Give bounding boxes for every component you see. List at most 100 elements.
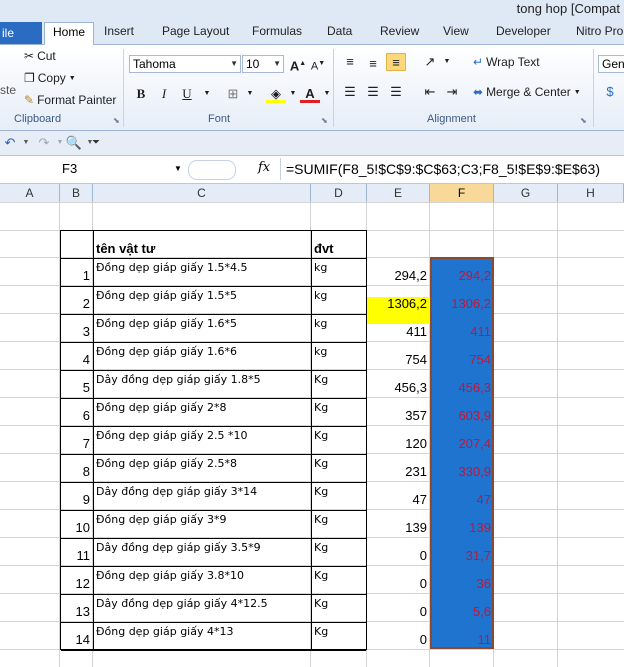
tab-formulas[interactable]: Formulas bbox=[252, 24, 302, 38]
value-e: 0 bbox=[419, 604, 427, 619]
item-unit: Kg bbox=[314, 513, 329, 526]
borders-dropdown-icon[interactable]: ▼ bbox=[240, 85, 260, 103]
tab-file[interactable]: ile bbox=[0, 22, 42, 44]
font-size-combo[interactable]: 10 ▼ bbox=[242, 55, 284, 73]
cut-button[interactable]: ✂ Cut bbox=[24, 49, 56, 63]
ribbon: ste ✂ Cut ❐ Copy ▼ ✎ Format Painter Clip… bbox=[0, 45, 624, 131]
tab-data[interactable]: Data bbox=[327, 24, 352, 38]
alignment-launcher-icon[interactable]: ⬊ bbox=[580, 116, 587, 125]
number-format-value: Gene bbox=[602, 57, 624, 71]
value-f: 603,9 bbox=[458, 408, 491, 423]
item-name: Đồng dẹp giáp giấy 2*8 bbox=[96, 401, 227, 414]
format-painter-button[interactable]: ✎ Format Painter bbox=[24, 93, 116, 107]
font-name-combo[interactable]: Tahoma ▼ bbox=[129, 55, 241, 73]
row-number: 12 bbox=[75, 576, 90, 591]
ribbon-separator bbox=[333, 49, 334, 127]
wrap-text-icon: ↵ bbox=[473, 55, 484, 69]
tab-page-layout[interactable]: Page Layout bbox=[162, 24, 229, 38]
column-header-c[interactable]: C bbox=[93, 184, 311, 202]
tab-view[interactable]: View bbox=[443, 24, 469, 38]
chevron-down-icon[interactable]: ▼ bbox=[174, 159, 182, 179]
value-f: 754 bbox=[469, 352, 491, 367]
value-e: 754 bbox=[405, 352, 427, 367]
column-header-f[interactable]: F bbox=[430, 184, 494, 202]
clipboard-launcher-icon[interactable]: ⬊ bbox=[113, 116, 120, 125]
tab-home[interactable]: Home bbox=[44, 22, 95, 46]
align-bottom-icon[interactable]: ≡ bbox=[386, 53, 406, 71]
item-name: Đồng dẹp giáp giấy 1.5*5 bbox=[96, 289, 237, 302]
column-headers: A B C D E F G H bbox=[0, 184, 624, 203]
column-header-b[interactable]: B bbox=[60, 184, 93, 202]
underline-button[interactable]: U bbox=[177, 85, 197, 103]
underline-dropdown-icon[interactable]: ▼ bbox=[197, 85, 217, 103]
row-number: 3 bbox=[82, 324, 90, 339]
column-header-g[interactable]: G bbox=[494, 184, 558, 202]
merge-center-button[interactable]: ⬌ Merge & Center ▼ bbox=[473, 85, 581, 99]
grow-font-icon[interactable]: A▲ bbox=[288, 55, 308, 73]
formula-input[interactable]: =SUMIF(F8_5!$C$9:$C$63;C3;F8_5!$E$9:$E$6… bbox=[286, 161, 600, 177]
item-name: Dây đồng dẹp giáp giấy 1.8*5 bbox=[96, 373, 261, 386]
merge-center-icon: ⬌ bbox=[473, 85, 484, 99]
scissors-icon: ✂ bbox=[24, 49, 35, 63]
bold-button[interactable]: B bbox=[131, 85, 151, 103]
copy-icon: ❐ bbox=[24, 71, 35, 85]
column-header-a[interactable]: A bbox=[0, 184, 60, 202]
value-e: 0 bbox=[419, 548, 427, 563]
insert-function-icon[interactable]: fx bbox=[258, 160, 270, 175]
align-top-icon[interactable]: ≡ bbox=[340, 53, 360, 71]
item-unit: Kg bbox=[314, 569, 329, 582]
orientation-dropdown-icon[interactable]: ▼ bbox=[437, 53, 457, 71]
tab-nitro-pro[interactable]: Nitro Pro bbox=[576, 24, 623, 38]
value-f: 1306,2 bbox=[451, 296, 491, 311]
font-size-value: 10 bbox=[246, 57, 260, 71]
align-right-icon[interactable]: ☰ bbox=[386, 83, 406, 101]
paste-button[interactable]: ste bbox=[0, 83, 16, 97]
column-header-e[interactable]: E bbox=[367, 184, 430, 202]
column-header-d[interactable]: D bbox=[311, 184, 367, 202]
name-box[interactable]: F3 ▼ bbox=[0, 159, 185, 179]
tab-insert[interactable]: Insert bbox=[104, 24, 134, 38]
name-box-value: F3 bbox=[62, 161, 78, 176]
chevron-down-icon: ▼ bbox=[230, 59, 238, 68]
value-e: 0 bbox=[419, 576, 427, 591]
row-number: 11 bbox=[76, 548, 91, 563]
item-unit: Kg bbox=[314, 457, 329, 470]
shrink-font-icon[interactable]: A▼ bbox=[308, 55, 328, 73]
align-left-icon[interactable]: ☰ bbox=[340, 83, 360, 101]
value-f: 139 bbox=[469, 520, 491, 535]
row-number: 5 bbox=[82, 380, 90, 395]
increase-indent-icon[interactable]: ⇥ bbox=[442, 83, 462, 101]
value-e: 357 bbox=[405, 408, 427, 423]
ribbon-separator bbox=[123, 49, 124, 127]
customize-toolbar-icon[interactable]: ⏷ bbox=[86, 134, 106, 152]
table-row-border bbox=[61, 426, 366, 427]
copy-button[interactable]: ❐ Copy ▼ bbox=[24, 71, 76, 85]
table-row-border bbox=[61, 594, 366, 595]
table-header-unit: đvt bbox=[314, 241, 334, 256]
undo-dropdown-icon[interactable]: ▼ bbox=[16, 134, 36, 152]
item-unit: Kg bbox=[314, 597, 329, 610]
formula-bar-expander[interactable] bbox=[188, 160, 236, 180]
align-middle-icon[interactable]: ≡ bbox=[363, 55, 383, 73]
item-name: Dây đồng dẹp giáp giấy 3*14 bbox=[96, 485, 258, 498]
align-center-icon[interactable]: ☰ bbox=[363, 83, 383, 101]
value-e: 294,2 bbox=[394, 268, 427, 283]
item-name: Đồng dẹp giáp giấy 4*13 bbox=[96, 625, 234, 638]
currency-icon[interactable]: $ bbox=[600, 83, 620, 101]
column-header-h[interactable]: H bbox=[558, 184, 624, 202]
value-e: 47 bbox=[412, 492, 427, 507]
paintbrush-icon: ✎ bbox=[24, 93, 35, 107]
wrap-text-button[interactable]: ↵ Wrap Text bbox=[473, 55, 540, 69]
row-number: 9 bbox=[82, 492, 90, 507]
value-e: 1306,2 bbox=[387, 296, 427, 311]
value-e: 0 bbox=[419, 632, 427, 647]
italic-button[interactable]: I bbox=[154, 85, 174, 103]
tab-developer[interactable]: Developer bbox=[496, 24, 551, 38]
font-launcher-icon[interactable]: ⬊ bbox=[321, 116, 328, 125]
number-format-combo[interactable]: Gene bbox=[598, 55, 624, 73]
decrease-indent-icon[interactable]: ⇤ bbox=[420, 83, 440, 101]
item-unit: kg bbox=[314, 317, 328, 330]
tab-review[interactable]: Review bbox=[380, 24, 419, 38]
item-unit: Kg bbox=[314, 541, 329, 554]
font-color-dropdown-icon[interactable]: ▼ bbox=[317, 85, 337, 103]
